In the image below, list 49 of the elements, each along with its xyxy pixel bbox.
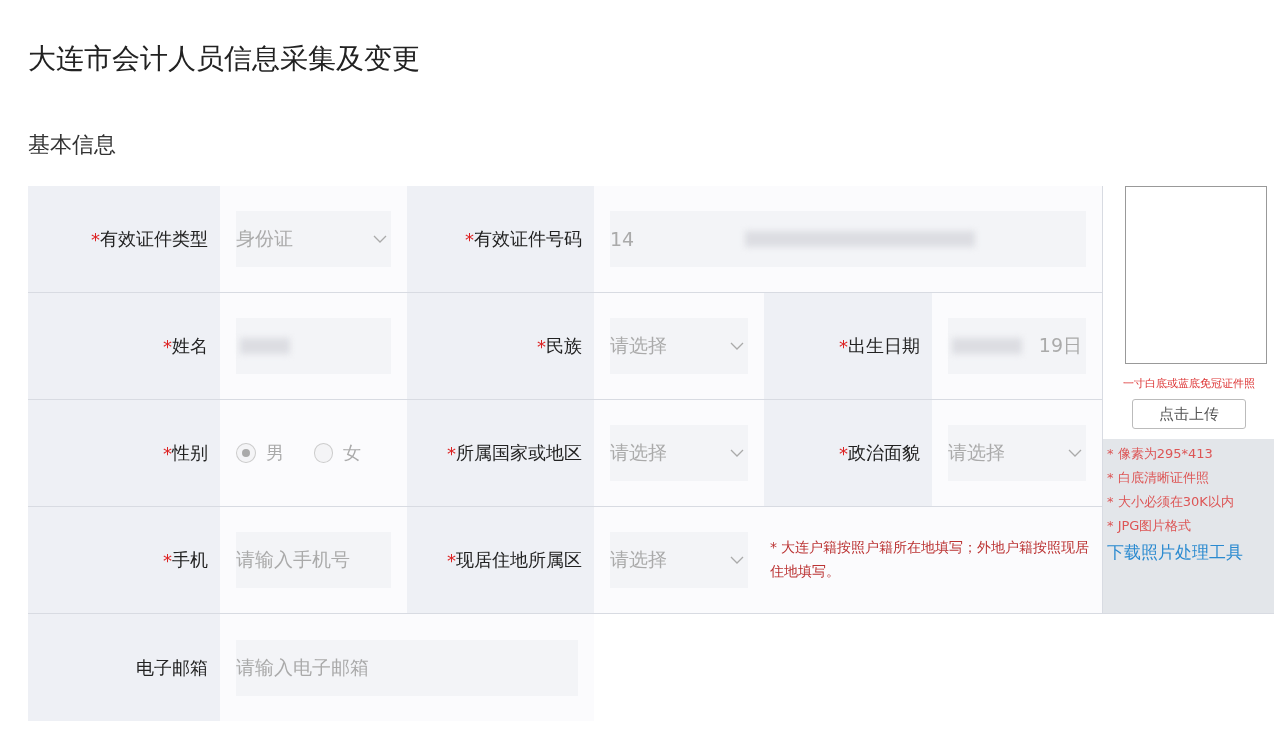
- field-label: 所属国家或地区: [456, 441, 582, 465]
- field-label: 有效证件号码: [474, 227, 582, 251]
- field-label: 电子邮箱: [136, 655, 208, 680]
- upload-button[interactable]: 点击上传: [1131, 399, 1246, 429]
- required-mark: *: [537, 335, 546, 357]
- download-link[interactable]: 下载照片处理工具: [1107, 541, 1270, 564]
- required-mark: *: [91, 228, 100, 250]
- photo-caption: 一寸白底或蓝底免冠证件照: [1122, 376, 1255, 391]
- section-title: 基本信息: [28, 131, 117, 159]
- field-label: 姓名: [172, 334, 208, 358]
- required-mark: *: [163, 335, 172, 357]
- required-mark: *: [163, 549, 172, 571]
- required-mark: *: [447, 442, 456, 464]
- chevron-down-icon: [373, 234, 387, 244]
- input-field[interactable]: 请输入电子邮箱: [236, 639, 578, 696]
- required-mark: *: [839, 335, 848, 357]
- select-field[interactable]: 请选择: [610, 532, 748, 588]
- field-label: 出生日期: [848, 334, 920, 358]
- select-field[interactable]: 请选择: [610, 318, 748, 374]
- radio-label: 女: [343, 441, 361, 465]
- required-mark: *: [465, 228, 474, 250]
- page-title: 大连市会计人员信息采集及变更: [28, 41, 421, 77]
- input-field[interactable]: 19日: [948, 318, 1086, 374]
- tip-text: * 大小必须在30K以内: [1107, 493, 1235, 511]
- select-field[interactable]: 请选择: [610, 425, 748, 481]
- chevron-down-icon: [1068, 448, 1082, 458]
- required-mark: *: [163, 442, 172, 464]
- required-mark: *: [447, 549, 456, 571]
- input-field[interactable]: 14: [610, 211, 1086, 267]
- required-mark: *: [839, 442, 848, 464]
- radio-button[interactable]: [236, 443, 256, 463]
- field-label: 民族: [546, 334, 582, 358]
- field-label: 有效证件类型: [100, 227, 208, 251]
- radio-label: 男: [265, 441, 284, 465]
- input-field[interactable]: [236, 318, 391, 374]
- select-field[interactable]: 请选择: [948, 425, 1086, 481]
- hint-text: * 大连户籍按照户籍所在地填写；外地户籍按照现居住地填写。: [770, 538, 1091, 581]
- field-label: 性别: [172, 441, 208, 465]
- chevron-down-icon: [730, 448, 744, 458]
- chevron-down-icon: [730, 341, 744, 351]
- radio-button[interactable]: [313, 443, 333, 463]
- input-field[interactable]: 请输入手机号: [236, 532, 391, 588]
- field-label: 政治面貌: [848, 441, 920, 465]
- field-label: 现居住地所属区: [456, 548, 582, 572]
- tip-text: * JPG图片格式: [1107, 517, 1193, 535]
- chevron-down-icon: [730, 555, 744, 565]
- tip-text: * 像素为295*413: [1107, 445, 1214, 463]
- field-label: 手机: [172, 548, 208, 572]
- tip-text: * 白底清晰证件照: [1107, 469, 1210, 487]
